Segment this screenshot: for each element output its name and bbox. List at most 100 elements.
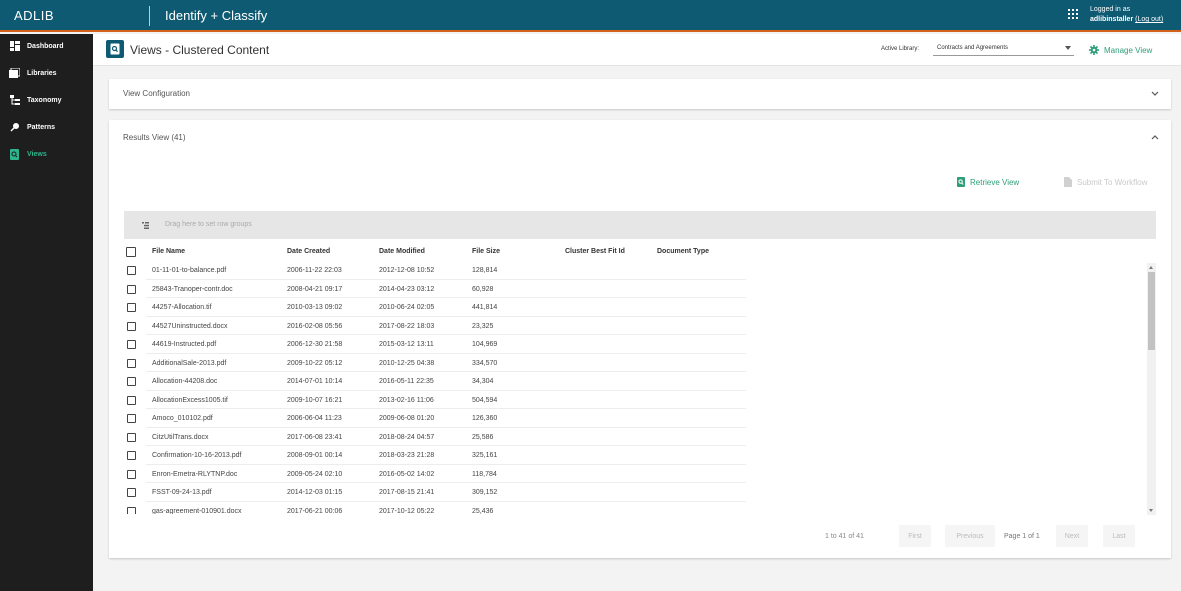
row-checkbox[interactable] bbox=[127, 432, 136, 442]
column-header-document-type[interactable]: Document Type bbox=[657, 248, 709, 255]
scroll-up-icon[interactable] bbox=[1149, 266, 1153, 269]
select-all-checkbox[interactable] bbox=[126, 247, 136, 257]
row-checkbox[interactable] bbox=[127, 358, 136, 368]
logout-link[interactable]: (Log out) bbox=[1135, 16, 1163, 23]
date-modified-cell: 2014-04-23 03:12 bbox=[379, 285, 435, 293]
table-row[interactable]: 44619-Instructed.pdf 2006-12-30 21:58 2015… bbox=[109, 335, 1149, 354]
retrieve-view-button[interactable]: Retrieve View bbox=[957, 177, 1019, 187]
table-row[interactable]: Allocation-44208.doc 2014-07-01 10:14 2016… bbox=[109, 372, 1149, 391]
date-modified-cell: 2010-12-25 04:38 bbox=[379, 359, 435, 367]
pager-page-label: Page 1 of 1 bbox=[1004, 533, 1040, 540]
row-checkbox[interactable] bbox=[127, 321, 136, 331]
document-icon bbox=[1064, 177, 1072, 187]
views-icon bbox=[957, 177, 965, 187]
taxonomy-icon bbox=[9, 95, 20, 106]
row-checkbox[interactable] bbox=[127, 340, 136, 349]
row-checkbox[interactable] bbox=[127, 451, 136, 460]
pager-first-button[interactable]: First bbox=[899, 525, 931, 547]
page-title: Views - Clustered Content bbox=[130, 43, 270, 57]
results-panel: Results View (41) Retrieve View Submit T… bbox=[109, 120, 1171, 558]
table-row[interactable]: Amoco_010102.pdf 2006-06-04 11:23 2009-06-… bbox=[109, 409, 1149, 428]
active-library-label: Active Library: bbox=[881, 46, 920, 52]
row-group-icon bbox=[142, 222, 149, 229]
date-created-cell: 2009-10-22 05:12 bbox=[287, 359, 343, 367]
main-content: Views - Clustered Content Active Library… bbox=[93, 34, 1181, 591]
file-name-cell: Allocation-44208.doc bbox=[152, 378, 218, 385]
table-row[interactable]: CitzUtilTrans.docx 2017-06-08 23:41 2018-0… bbox=[109, 428, 1149, 446]
row-checkbox[interactable] bbox=[127, 377, 136, 386]
row-checkbox[interactable] bbox=[127, 395, 136, 405]
table-row[interactable]: Enron-Emetra-RLYTNP.doc 2009-05-24 02:10 2… bbox=[109, 465, 1149, 483]
column-header-file-name[interactable]: File Name bbox=[152, 248, 185, 255]
file-name-cell: 44619-Instructed.pdf bbox=[152, 341, 217, 348]
table-row[interactable]: AllocationExcess1005.tif 2009-10-07 16:21… bbox=[109, 391, 1149, 409]
table-row[interactable]: 44257-Allocation.tif 2010-03-13 09:02 2010… bbox=[109, 298, 1149, 317]
sidebar-item-dashboard[interactable]: Dashboard bbox=[0, 35, 93, 57]
pager-next-button[interactable]: Next bbox=[1056, 525, 1088, 547]
scroll-thumb[interactable] bbox=[1148, 272, 1155, 350]
table-row[interactable]: AdditionalSale-2013.pdf 2009-10-22 05:12 2… bbox=[109, 354, 1149, 372]
date-created-cell: 2009-10-07 16:21 bbox=[287, 396, 343, 404]
file-size-cell: 334,570 bbox=[472, 359, 498, 367]
file-name-cell: 25843-Tranoper-contr.doc bbox=[152, 285, 233, 293]
table-row[interactable]: 01-11-01-to-balance.pdf 2006-11-22 22:03 2… bbox=[109, 261, 1149, 280]
views-icon bbox=[9, 148, 20, 160]
divider bbox=[149, 6, 150, 26]
file-size-cell: 309,152 bbox=[472, 489, 498, 496]
column-header-cluster-best-fit-id[interactable]: Cluster Best Fit Id bbox=[565, 248, 625, 255]
manage-view-label: Manage View bbox=[1104, 45, 1153, 55]
row-group-dropzone[interactable]: Drag here to set row groups bbox=[124, 211, 1156, 239]
row-checkbox[interactable] bbox=[127, 506, 136, 514]
sidebar-item-libraries[interactable]: Libraries bbox=[0, 62, 93, 84]
row-checkbox[interactable] bbox=[127, 303, 136, 312]
sidebar-item-label: Views bbox=[27, 150, 47, 158]
brand-logo[interactable]: ADLIB bbox=[14, 8, 54, 23]
file-size-cell: 23,325 bbox=[472, 322, 494, 330]
active-library-select[interactable]: Contracts and Agreements bbox=[933, 42, 1074, 56]
file-size-cell: 25,586 bbox=[472, 433, 494, 441]
apps-grid-icon[interactable] bbox=[1068, 9, 1078, 19]
table-row[interactable]: gas-agreement-010901.docx 2017-06-21 00:0… bbox=[109, 502, 1149, 515]
row-checkbox[interactable] bbox=[127, 488, 136, 497]
pager-last-button[interactable]: Last bbox=[1103, 525, 1135, 547]
views-page-icon bbox=[106, 40, 124, 58]
file-name-cell: gas-agreement-010901.docx bbox=[152, 507, 242, 515]
date-created-cell: 2016-02-08 05:56 bbox=[287, 322, 343, 330]
view-configuration-panel[interactable]: View Configuration bbox=[109, 79, 1171, 109]
sidebar-item-taxonomy[interactable]: Taxonomy bbox=[0, 89, 93, 111]
panel-title: Results View (41) bbox=[123, 133, 186, 142]
app-title: Identify + Classify bbox=[165, 8, 268, 23]
file-name-cell: Enron-Emetra-RLYTNP.doc bbox=[152, 470, 238, 478]
chevron-up-icon[interactable] bbox=[1151, 134, 1159, 140]
column-header-date-modified[interactable]: Date Modified bbox=[379, 248, 425, 255]
column-header-file-size[interactable]: File Size bbox=[472, 248, 500, 255]
chevron-down-icon[interactable] bbox=[1151, 91, 1159, 97]
pager-previous-button[interactable]: Previous bbox=[945, 525, 995, 547]
results-grid-body: 01-11-01-to-balance.pdf 2006-11-22 22:03 2… bbox=[109, 261, 1149, 514]
table-row[interactable]: 25843-Tranoper-contr.doc 2008-04-21 09:17… bbox=[109, 280, 1149, 298]
column-header-date-created[interactable]: Date Created bbox=[287, 248, 330, 255]
table-row[interactable]: Confirmation-10-16-2013.pdf 2008-09-01 00… bbox=[109, 446, 1149, 465]
scroll-down-icon[interactable] bbox=[1149, 509, 1153, 512]
grid-scrollbar[interactable] bbox=[1147, 263, 1156, 515]
patterns-icon bbox=[9, 122, 20, 133]
date-modified-cell: 2017-10-12 05:22 bbox=[379, 507, 435, 515]
date-created-cell: 2010-03-13 09:02 bbox=[287, 304, 343, 311]
row-checkbox[interactable] bbox=[127, 266, 136, 275]
file-name-cell: 01-11-01-to-balance.pdf bbox=[152, 267, 227, 274]
row-checkbox[interactable] bbox=[127, 469, 136, 479]
login-info: Logged in as adlibinstaller (Log out) bbox=[1090, 5, 1163, 25]
row-checkbox[interactable] bbox=[127, 284, 136, 294]
sidebar-item-views[interactable]: Views bbox=[0, 143, 93, 165]
table-row[interactable]: FSST-09-24-13.pdf 2014-12-03 01:15 2017-08… bbox=[109, 483, 1149, 502]
manage-view-button[interactable]: Manage View bbox=[1089, 45, 1152, 55]
logged-in-label: Logged in as bbox=[1090, 6, 1131, 13]
submit-to-workflow-label: Submit To Workflow bbox=[1077, 177, 1148, 187]
date-modified-cell: 2016-05-02 14:02 bbox=[379, 470, 435, 478]
date-modified-cell: 2018-08-24 04:57 bbox=[379, 433, 435, 441]
row-checkbox[interactable] bbox=[127, 414, 136, 423]
sidebar-item-patterns[interactable]: Patterns bbox=[0, 116, 93, 138]
sidebar-item-label: Taxonomy bbox=[27, 96, 62, 104]
submit-to-workflow-button[interactable]: Submit To Workflow bbox=[1064, 177, 1147, 187]
table-row[interactable]: 44527Uninstructed.docx 2016-02-08 05:56 20… bbox=[109, 317, 1149, 335]
